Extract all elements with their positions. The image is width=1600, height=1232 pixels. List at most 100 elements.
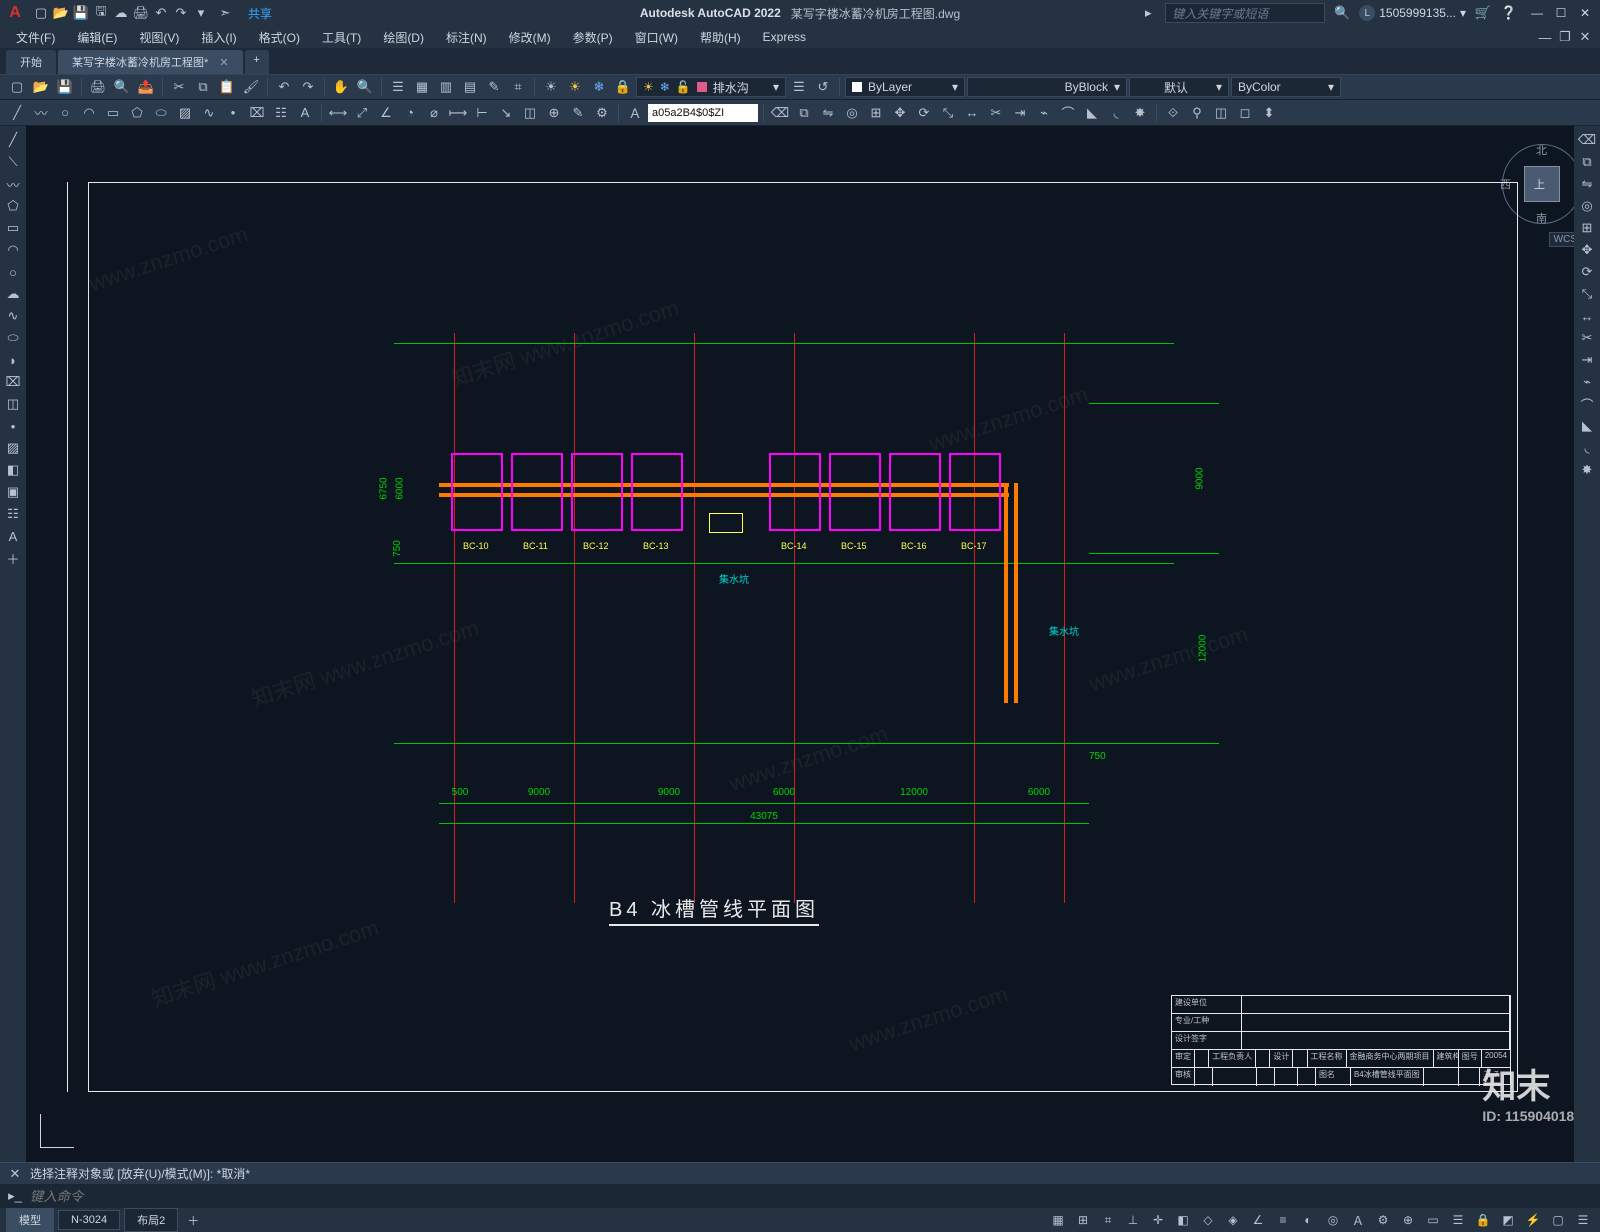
menu-format[interactable]: 格式(O): [249, 27, 310, 48]
layout-tab-1[interactable]: N-3024: [58, 1210, 120, 1230]
line-icon[interactable]: ╱: [6, 103, 28, 123]
undo2-icon[interactable]: ↶: [273, 77, 295, 97]
circle2-icon[interactable]: ○: [3, 262, 23, 282]
line2-icon[interactable]: ╱: [3, 130, 23, 150]
quickselect-icon[interactable]: ⚲: [1186, 103, 1208, 123]
text-icon[interactable]: A: [294, 103, 316, 123]
extend2-icon[interactable]: ⇥: [1577, 350, 1597, 370]
insert-icon[interactable]: ⌧: [3, 372, 23, 392]
ortho-icon[interactable]: ⊥: [1122, 1211, 1144, 1229]
addselected-icon[interactable]: ＋: [3, 548, 23, 568]
textstyle-field[interactable]: a05a2B4$0$ZI: [648, 104, 758, 122]
ungroup-icon[interactable]: ◻: [1234, 103, 1256, 123]
mtext-icon[interactable]: A: [3, 526, 23, 546]
isolate-icon[interactable]: ◩: [1497, 1211, 1519, 1229]
rotate-icon[interactable]: ⟳: [913, 103, 935, 123]
chamfer-icon[interactable]: ◣: [1081, 103, 1103, 123]
chamfer2-icon[interactable]: ◣: [1577, 416, 1597, 436]
rect2-icon[interactable]: ▭: [3, 218, 23, 238]
hardware-accel-icon[interactable]: ⚡: [1522, 1211, 1544, 1229]
menu-tools[interactable]: 工具(T): [312, 27, 371, 48]
menu-dim[interactable]: 标注(N): [436, 27, 497, 48]
annotation-scale-icon[interactable]: Ａ: [1347, 1211, 1369, 1229]
search-input[interactable]: 键入关键字或短语: [1165, 3, 1325, 23]
layout-add-icon[interactable]: ＋: [182, 1211, 204, 1229]
properties-icon[interactable]: ☰: [387, 77, 409, 97]
pan-icon[interactable]: ✋: [330, 77, 352, 97]
dim-radius-icon[interactable]: ◔: [399, 103, 421, 123]
polygon-icon[interactable]: ⬠: [126, 103, 148, 123]
layer-on-icon[interactable]: ☀: [564, 77, 586, 97]
break2-icon[interactable]: ⌁: [1577, 372, 1597, 392]
revcloud-icon[interactable]: ☁: [3, 284, 23, 304]
annotation-monitor-icon[interactable]: ⊕: [1397, 1211, 1419, 1229]
mirror2-icon[interactable]: ⇋: [1577, 174, 1597, 194]
erase-icon[interactable]: ⌫: [769, 103, 791, 123]
snapmode-icon[interactable]: ⌗: [1097, 1211, 1119, 1229]
app-store-icon[interactable]: 🛒: [1474, 4, 1492, 22]
layout-tab-model[interactable]: 模型: [6, 1208, 54, 1232]
cmd-close-icon[interactable]: ✕: [6, 1165, 24, 1183]
lineweight2-icon[interactable]: ≡: [1272, 1211, 1294, 1229]
join-icon[interactable]: ⌒: [1057, 103, 1079, 123]
menu-window[interactable]: 窗口(W): [625, 27, 688, 48]
minimize-button[interactable]: —: [1526, 4, 1548, 22]
dim-linear-icon[interactable]: ⟷: [327, 103, 349, 123]
menu-modify[interactable]: 修改(M): [499, 27, 561, 48]
leader-icon[interactable]: ↘: [495, 103, 517, 123]
modelspace-icon[interactable]: ▦: [1047, 1211, 1069, 1229]
dimedit-icon[interactable]: ✎: [567, 103, 589, 123]
open-icon[interactable]: 📂: [52, 4, 70, 22]
rect-icon[interactable]: ▭: [102, 103, 124, 123]
dim-baseline-icon[interactable]: ⊢: [471, 103, 493, 123]
undo-icon[interactable]: ↶: [152, 4, 170, 22]
maximize-button[interactable]: ☐: [1550, 4, 1572, 22]
hatch-icon[interactable]: ▨: [174, 103, 196, 123]
help-icon[interactable]: ❔: [1500, 4, 1518, 22]
share-icon[interactable]: ➣: [216, 4, 234, 22]
circle-icon[interactable]: ○: [54, 103, 76, 123]
menu-insert[interactable]: 插入(I): [191, 27, 246, 48]
spline2-icon[interactable]: ∿: [3, 306, 23, 326]
fillet2-icon[interactable]: ◟: [1577, 438, 1597, 458]
infocenter-arrow-icon[interactable]: ▸: [1139, 4, 1157, 22]
layer-freeze-icon[interactable]: ❄: [588, 77, 610, 97]
menu-edit[interactable]: 编辑(E): [67, 27, 127, 48]
command-input[interactable]: [30, 1189, 1594, 1204]
extend-icon[interactable]: ⇥: [1009, 103, 1031, 123]
offset2-icon[interactable]: ◎: [1577, 196, 1597, 216]
polar-icon[interactable]: ✛: [1147, 1211, 1169, 1229]
doc-minimize-button[interactable]: —: [1536, 28, 1554, 46]
markup-icon[interactable]: ✎: [483, 77, 505, 97]
dimstyle-icon[interactable]: ⚙: [591, 103, 613, 123]
tab-close-icon[interactable]: ✕: [219, 57, 228, 69]
new-dwg-icon[interactable]: ▢: [6, 77, 28, 97]
save-icon[interactable]: 💾: [72, 4, 90, 22]
tab-new-button[interactable]: +: [245, 50, 269, 74]
print-icon[interactable]: 🖨: [87, 77, 109, 97]
ucs-icon[interactable]: [34, 1106, 82, 1154]
doc-close-button[interactable]: ✕: [1576, 28, 1594, 46]
point2-icon[interactable]: •: [3, 416, 23, 436]
grid-icon[interactable]: ⊞: [1072, 1211, 1094, 1229]
qat-dropdown-icon[interactable]: ▾: [192, 4, 210, 22]
isodraft-icon[interactable]: ◧: [1172, 1211, 1194, 1229]
textstyle-icon[interactable]: Ａ: [624, 103, 646, 123]
block-icon[interactable]: ⌧: [246, 103, 268, 123]
redo-icon[interactable]: ↷: [172, 4, 190, 22]
color-dropdown[interactable]: ByLayer ▾: [845, 77, 965, 97]
arc2-icon[interactable]: ◠: [3, 240, 23, 260]
paste-icon[interactable]: 📋: [216, 77, 238, 97]
plotstyle-dropdown[interactable]: ByColor ▾: [1231, 77, 1341, 97]
lockui-icon[interactable]: 🔒: [1472, 1211, 1494, 1229]
spline-icon[interactable]: ∿: [198, 103, 220, 123]
scale2-icon[interactable]: ⤡: [1577, 284, 1597, 304]
group-icon[interactable]: ◫: [1210, 103, 1232, 123]
explode2-icon[interactable]: ✸: [1577, 460, 1597, 480]
offset-icon[interactable]: ◎: [841, 103, 863, 123]
hatch2-icon[interactable]: ▨: [3, 438, 23, 458]
move2-icon[interactable]: ✥: [1577, 240, 1597, 260]
workspace-icon[interactable]: ⚙: [1372, 1211, 1394, 1229]
ellipsearc-icon[interactable]: ◗: [3, 350, 23, 370]
move-icon[interactable]: ✥: [889, 103, 911, 123]
